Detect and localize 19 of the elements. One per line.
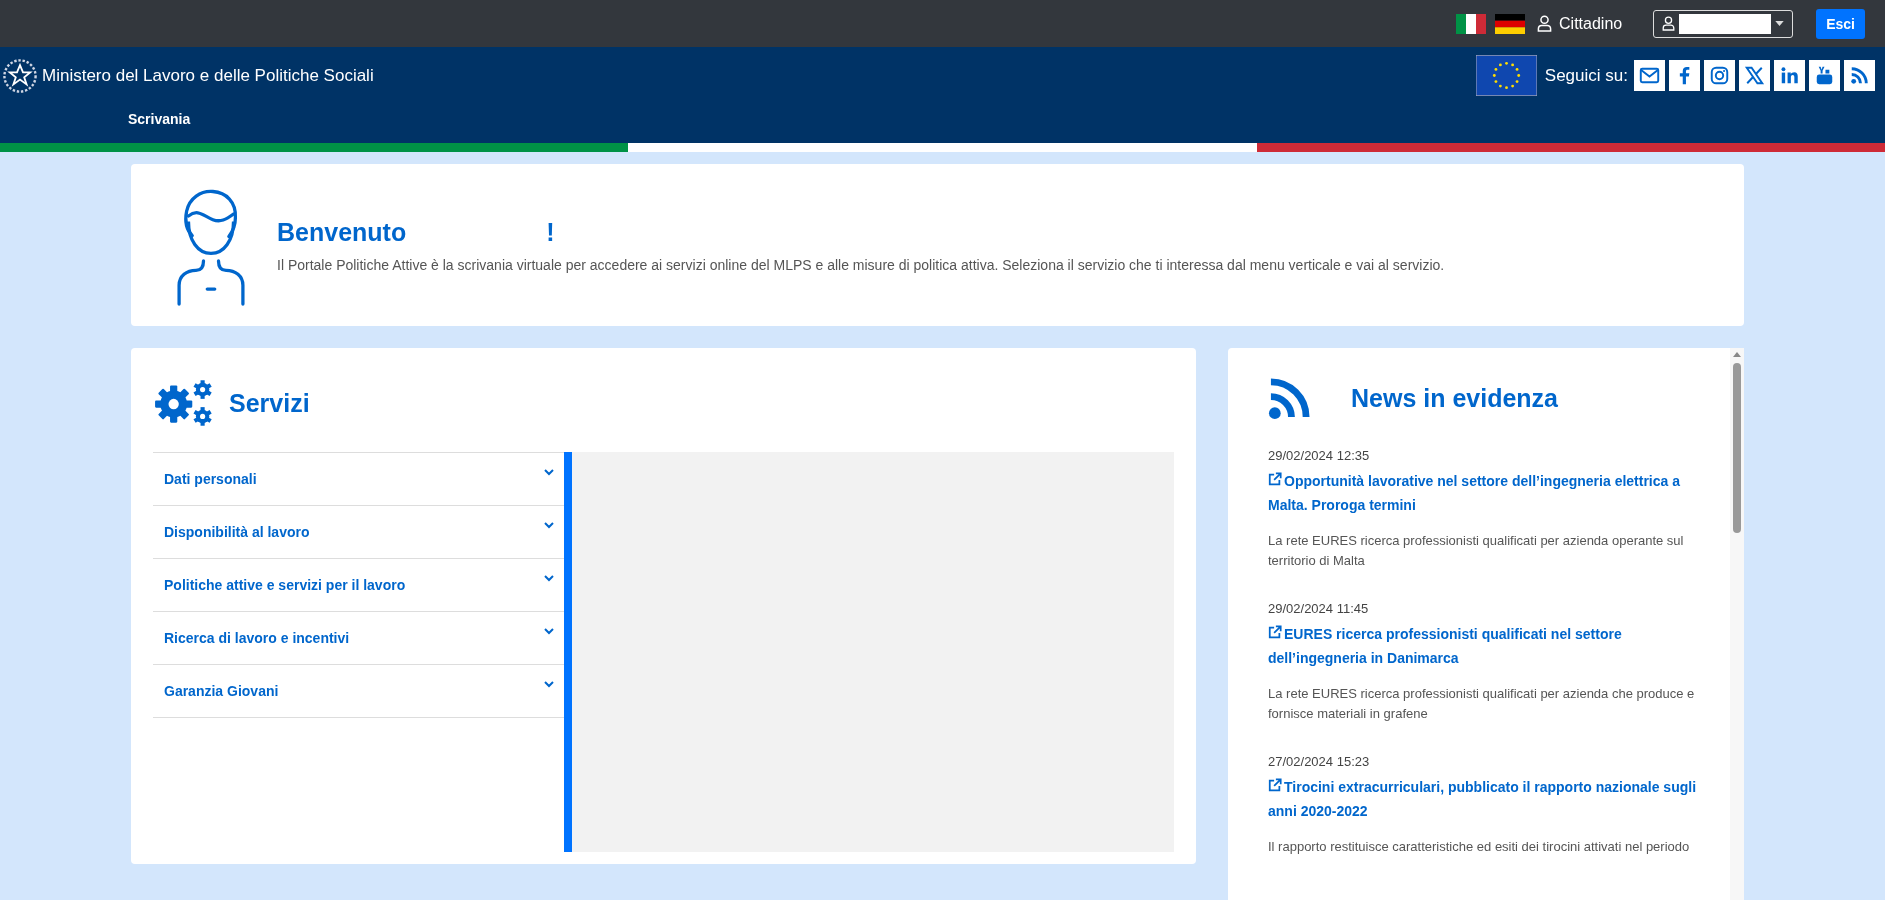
news-link[interactable]: EURES ricerca professionisti qualificati nel settore dell’ingegneria in Danimarca <box>1268 622 1704 670</box>
ministry-name[interactable]: Ministero del Lavoro e delle Politiche Sociali <box>42 65 374 86</box>
welcome-text: Il Portale Politiche Attive è la scrivania virtuale per accedere ai servizi online del MLPS e alle misure di politica attiva. Seleziona il servizio che ti interessa dal menu verticale e vai al servizio. <box>277 256 1445 273</box>
logout-button[interactable]: Esci <box>1816 8 1865 39</box>
follow-label: Seguici su: <box>1544 65 1628 86</box>
news-date: 29/02/2024 11:45 <box>1268 601 1370 616</box>
news-link[interactable]: Tirocini extracurriculari, pubblicato il rapporto nazionale sugli anni 2020-2022 <box>1268 775 1704 823</box>
news-summary: La rete EURES ricerca professionisti qualificati per azienda che produce e fornisce materiali in grafene <box>1268 685 1696 723</box>
news-title: News in evidenza <box>1351 383 1559 413</box>
services-title: Servizi <box>229 388 310 418</box>
news-summary: Il rapporto restituisce caratteristiche ed esiti dei tirocini attivati nel periodo <box>1268 838 1691 856</box>
welcome-title: Benvenuto <box>277 217 407 247</box>
news-date: 27/02/2024 15:23 <box>1268 754 1371 769</box>
exclamation-mark: ! <box>546 217 555 247</box>
role-label: Cittadino <box>1559 14 1623 33</box>
news-summary: La rete EURES ricerca professionisti qualificati per azienda operante sul territorio di Malta <box>1268 532 1685 570</box>
nav-link[interactable]: Scrivania <box>128 111 191 127</box>
news-link[interactable]: Opportunità lavorative nel settore dell’ingegneria elettrica a Malta. Proroga termini <box>1268 469 1704 517</box>
news-date: 29/02/2024 12:35 <box>1268 448 1371 463</box>
